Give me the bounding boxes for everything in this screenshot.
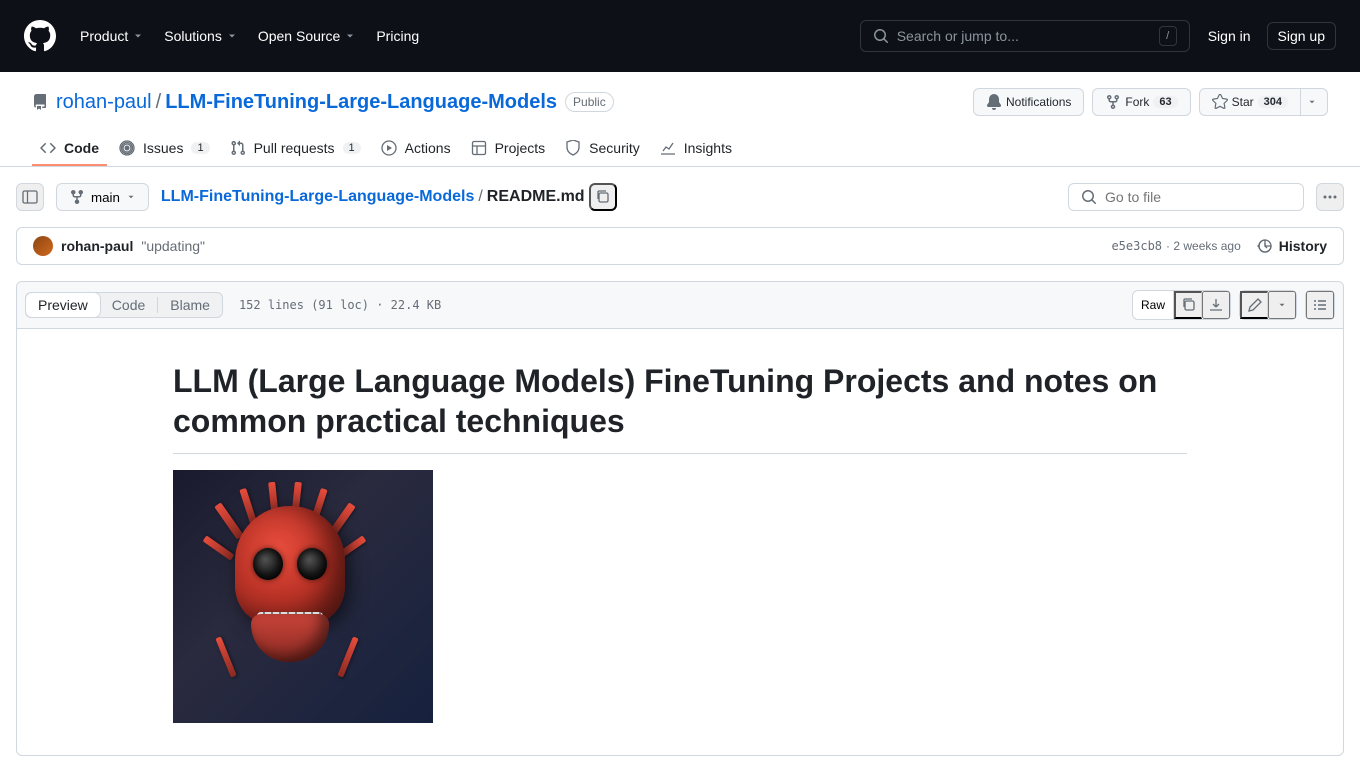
- file-box: Preview Code Blame 152 lines (91 loc) · …: [16, 281, 1344, 756]
- latest-commit: rohan-paul "updating" e5e3cb8 · 2 weeks …: [16, 227, 1344, 265]
- github-logo-icon[interactable]: [24, 20, 56, 52]
- sidebar-icon: [22, 189, 38, 205]
- commit-author[interactable]: rohan-paul: [61, 238, 133, 254]
- readme-image: [173, 470, 433, 723]
- nav-opensource[interactable]: Open Source: [250, 22, 365, 50]
- download-icon: [1208, 297, 1224, 313]
- commit-time: · 2 weeks ago: [1166, 239, 1241, 253]
- search-hotkey: /: [1159, 26, 1177, 46]
- breadcrumb-root[interactable]: LLM-FineTuning-Large-Language-Models: [161, 188, 474, 206]
- view-code[interactable]: Code: [100, 293, 157, 317]
- notifications-button[interactable]: Notifications: [973, 88, 1084, 116]
- commit-message[interactable]: "updating": [141, 238, 1111, 254]
- download-button[interactable]: [1202, 291, 1230, 319]
- more-button[interactable]: [1316, 183, 1344, 211]
- chevron-down-icon: [126, 192, 136, 202]
- file-nav: main LLM-FineTuning-Large-Language-Model…: [0, 167, 1360, 227]
- view-preview[interactable]: Preview: [26, 293, 100, 317]
- issues-count: 1: [191, 142, 209, 154]
- fork-button[interactable]: Fork 63: [1092, 88, 1190, 116]
- star-count: 304: [1258, 96, 1288, 108]
- branch-icon: [69, 189, 85, 205]
- readme-heading: LLM (Large Language Models) FineTuning P…: [173, 361, 1187, 454]
- repo-tabs: Code Issues1 Pull requests1 Actions Proj…: [0, 132, 1360, 167]
- breadcrumb-current: README.md: [487, 188, 585, 206]
- visibility-badge: Public: [565, 92, 614, 112]
- view-blame[interactable]: Blame: [158, 293, 222, 317]
- primary-nav: Product Solutions Open Source Pricing: [72, 22, 860, 50]
- search-input[interactable]: Search or jump to... /: [860, 20, 1190, 52]
- repo-owner-link[interactable]: rohan-paul: [56, 91, 152, 114]
- signin-link[interactable]: Sign in: [1208, 28, 1251, 44]
- tab-security[interactable]: Security: [557, 132, 648, 166]
- file-info: 152 lines (91 loc) · 22.4 KB: [239, 298, 1132, 312]
- search-icon: [1081, 189, 1097, 205]
- sidebar-toggle-button[interactable]: [16, 183, 44, 211]
- shield-icon: [565, 140, 581, 156]
- history-link[interactable]: History: [1257, 238, 1327, 254]
- tab-projects[interactable]: Projects: [463, 132, 554, 166]
- avatar[interactable]: [33, 236, 53, 256]
- issue-icon: [119, 140, 135, 156]
- global-header: Product Solutions Open Source Pricing Se…: [0, 0, 1360, 72]
- copy-raw-button[interactable]: [1174, 291, 1202, 319]
- copy-icon: [595, 189, 611, 205]
- list-icon: [1312, 297, 1328, 313]
- chevron-down-icon: [1307, 97, 1317, 107]
- repo-icon: [32, 94, 48, 110]
- table-icon: [471, 140, 487, 156]
- fork-count: 63: [1153, 96, 1177, 108]
- view-toggle: Preview Code Blame: [25, 292, 223, 318]
- edit-button[interactable]: [1240, 291, 1268, 319]
- tab-insights[interactable]: Insights: [652, 132, 740, 166]
- signup-button[interactable]: Sign up: [1267, 22, 1336, 50]
- tab-code[interactable]: Code: [32, 132, 107, 166]
- pencil-icon: [1247, 297, 1263, 313]
- copy-path-button[interactable]: [589, 183, 617, 211]
- fork-icon: [1105, 94, 1121, 110]
- outline-button[interactable]: [1306, 291, 1334, 319]
- goto-file-input[interactable]: [1068, 183, 1304, 211]
- tab-actions[interactable]: Actions: [373, 132, 459, 166]
- pr-count: 1: [343, 142, 361, 154]
- nav-solutions[interactable]: Solutions: [156, 22, 246, 50]
- code-icon: [40, 140, 56, 156]
- branch-selector[interactable]: main: [56, 183, 149, 211]
- graph-icon: [660, 140, 676, 156]
- search-placeholder: Search or jump to...: [897, 28, 1159, 44]
- repo-header: rohan-paul / LLM-FineTuning-Large-Langua…: [0, 72, 1360, 116]
- nav-pricing[interactable]: Pricing: [368, 22, 427, 50]
- history-icon: [1257, 238, 1273, 254]
- markdown-body: LLM (Large Language Models) FineTuning P…: [17, 329, 1343, 755]
- edit-menu-button[interactable]: [1268, 291, 1296, 319]
- kebab-icon: [1322, 189, 1338, 205]
- pr-icon: [230, 140, 246, 156]
- commit-sha[interactable]: e5e3cb8: [1111, 239, 1162, 253]
- chevron-down-icon: [1277, 300, 1287, 310]
- star-button[interactable]: Star 304: [1199, 88, 1301, 116]
- star-icon: [1212, 94, 1228, 110]
- copy-icon: [1181, 297, 1197, 313]
- star-menu-button[interactable]: [1301, 88, 1328, 116]
- nav-product[interactable]: Product: [72, 22, 152, 50]
- repo-name-link[interactable]: LLM-FineTuning-Large-Language-Models: [165, 91, 557, 114]
- search-icon: [873, 28, 889, 44]
- tab-issues[interactable]: Issues1: [111, 132, 218, 166]
- bell-icon: [986, 94, 1002, 110]
- tab-pr[interactable]: Pull requests1: [222, 132, 369, 166]
- file-toolbar: Preview Code Blame 152 lines (91 loc) · …: [17, 282, 1343, 329]
- raw-button[interactable]: Raw: [1133, 291, 1174, 319]
- goto-file-field[interactable]: [1105, 189, 1291, 205]
- play-icon: [381, 140, 397, 156]
- breadcrumb: LLM-FineTuning-Large-Language-Models / R…: [161, 183, 1056, 211]
